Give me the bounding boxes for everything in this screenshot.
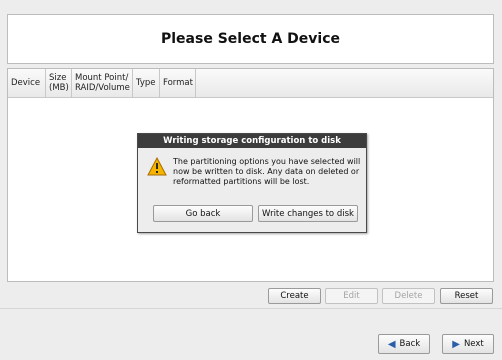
page-header: Please Select A Device: [7, 14, 494, 64]
column-header-mount-point[interactable]: Mount Point/ RAID/Volume: [72, 69, 133, 97]
next-arrow-icon: ▶: [452, 338, 460, 350]
next-button[interactable]: ▶ Next: [442, 334, 494, 354]
create-button[interactable]: Create: [268, 288, 321, 304]
write-changes-button[interactable]: Write changes to disk: [258, 205, 358, 222]
column-header-format[interactable]: Format: [160, 69, 196, 97]
column-header-device[interactable]: Device: [8, 69, 46, 97]
back-arrow-icon: ◀: [387, 338, 396, 350]
column-header-size[interactable]: Size (MB): [46, 69, 72, 97]
confirmation-dialog: Writing storage configuration to disk Th…: [137, 133, 367, 233]
table-header: Device Size (MB) Mount Point/ RAID/Volum…: [8, 69, 493, 98]
delete-button[interactable]: Delete: [382, 288, 435, 304]
back-button[interactable]: ◀ Back: [378, 334, 430, 354]
warning-icon: [147, 157, 167, 176]
go-back-button[interactable]: Go back: [153, 205, 253, 222]
reset-button[interactable]: Reset: [440, 288, 493, 304]
page-title: Please Select A Device: [161, 31, 340, 47]
dialog-message: The partitioning options you have select…: [173, 157, 361, 186]
column-header-type[interactable]: Type: [133, 69, 160, 97]
edit-button[interactable]: Edit: [325, 288, 378, 304]
dialog-title: Writing storage configuration to disk: [138, 134, 366, 148]
separator: [0, 308, 502, 309]
